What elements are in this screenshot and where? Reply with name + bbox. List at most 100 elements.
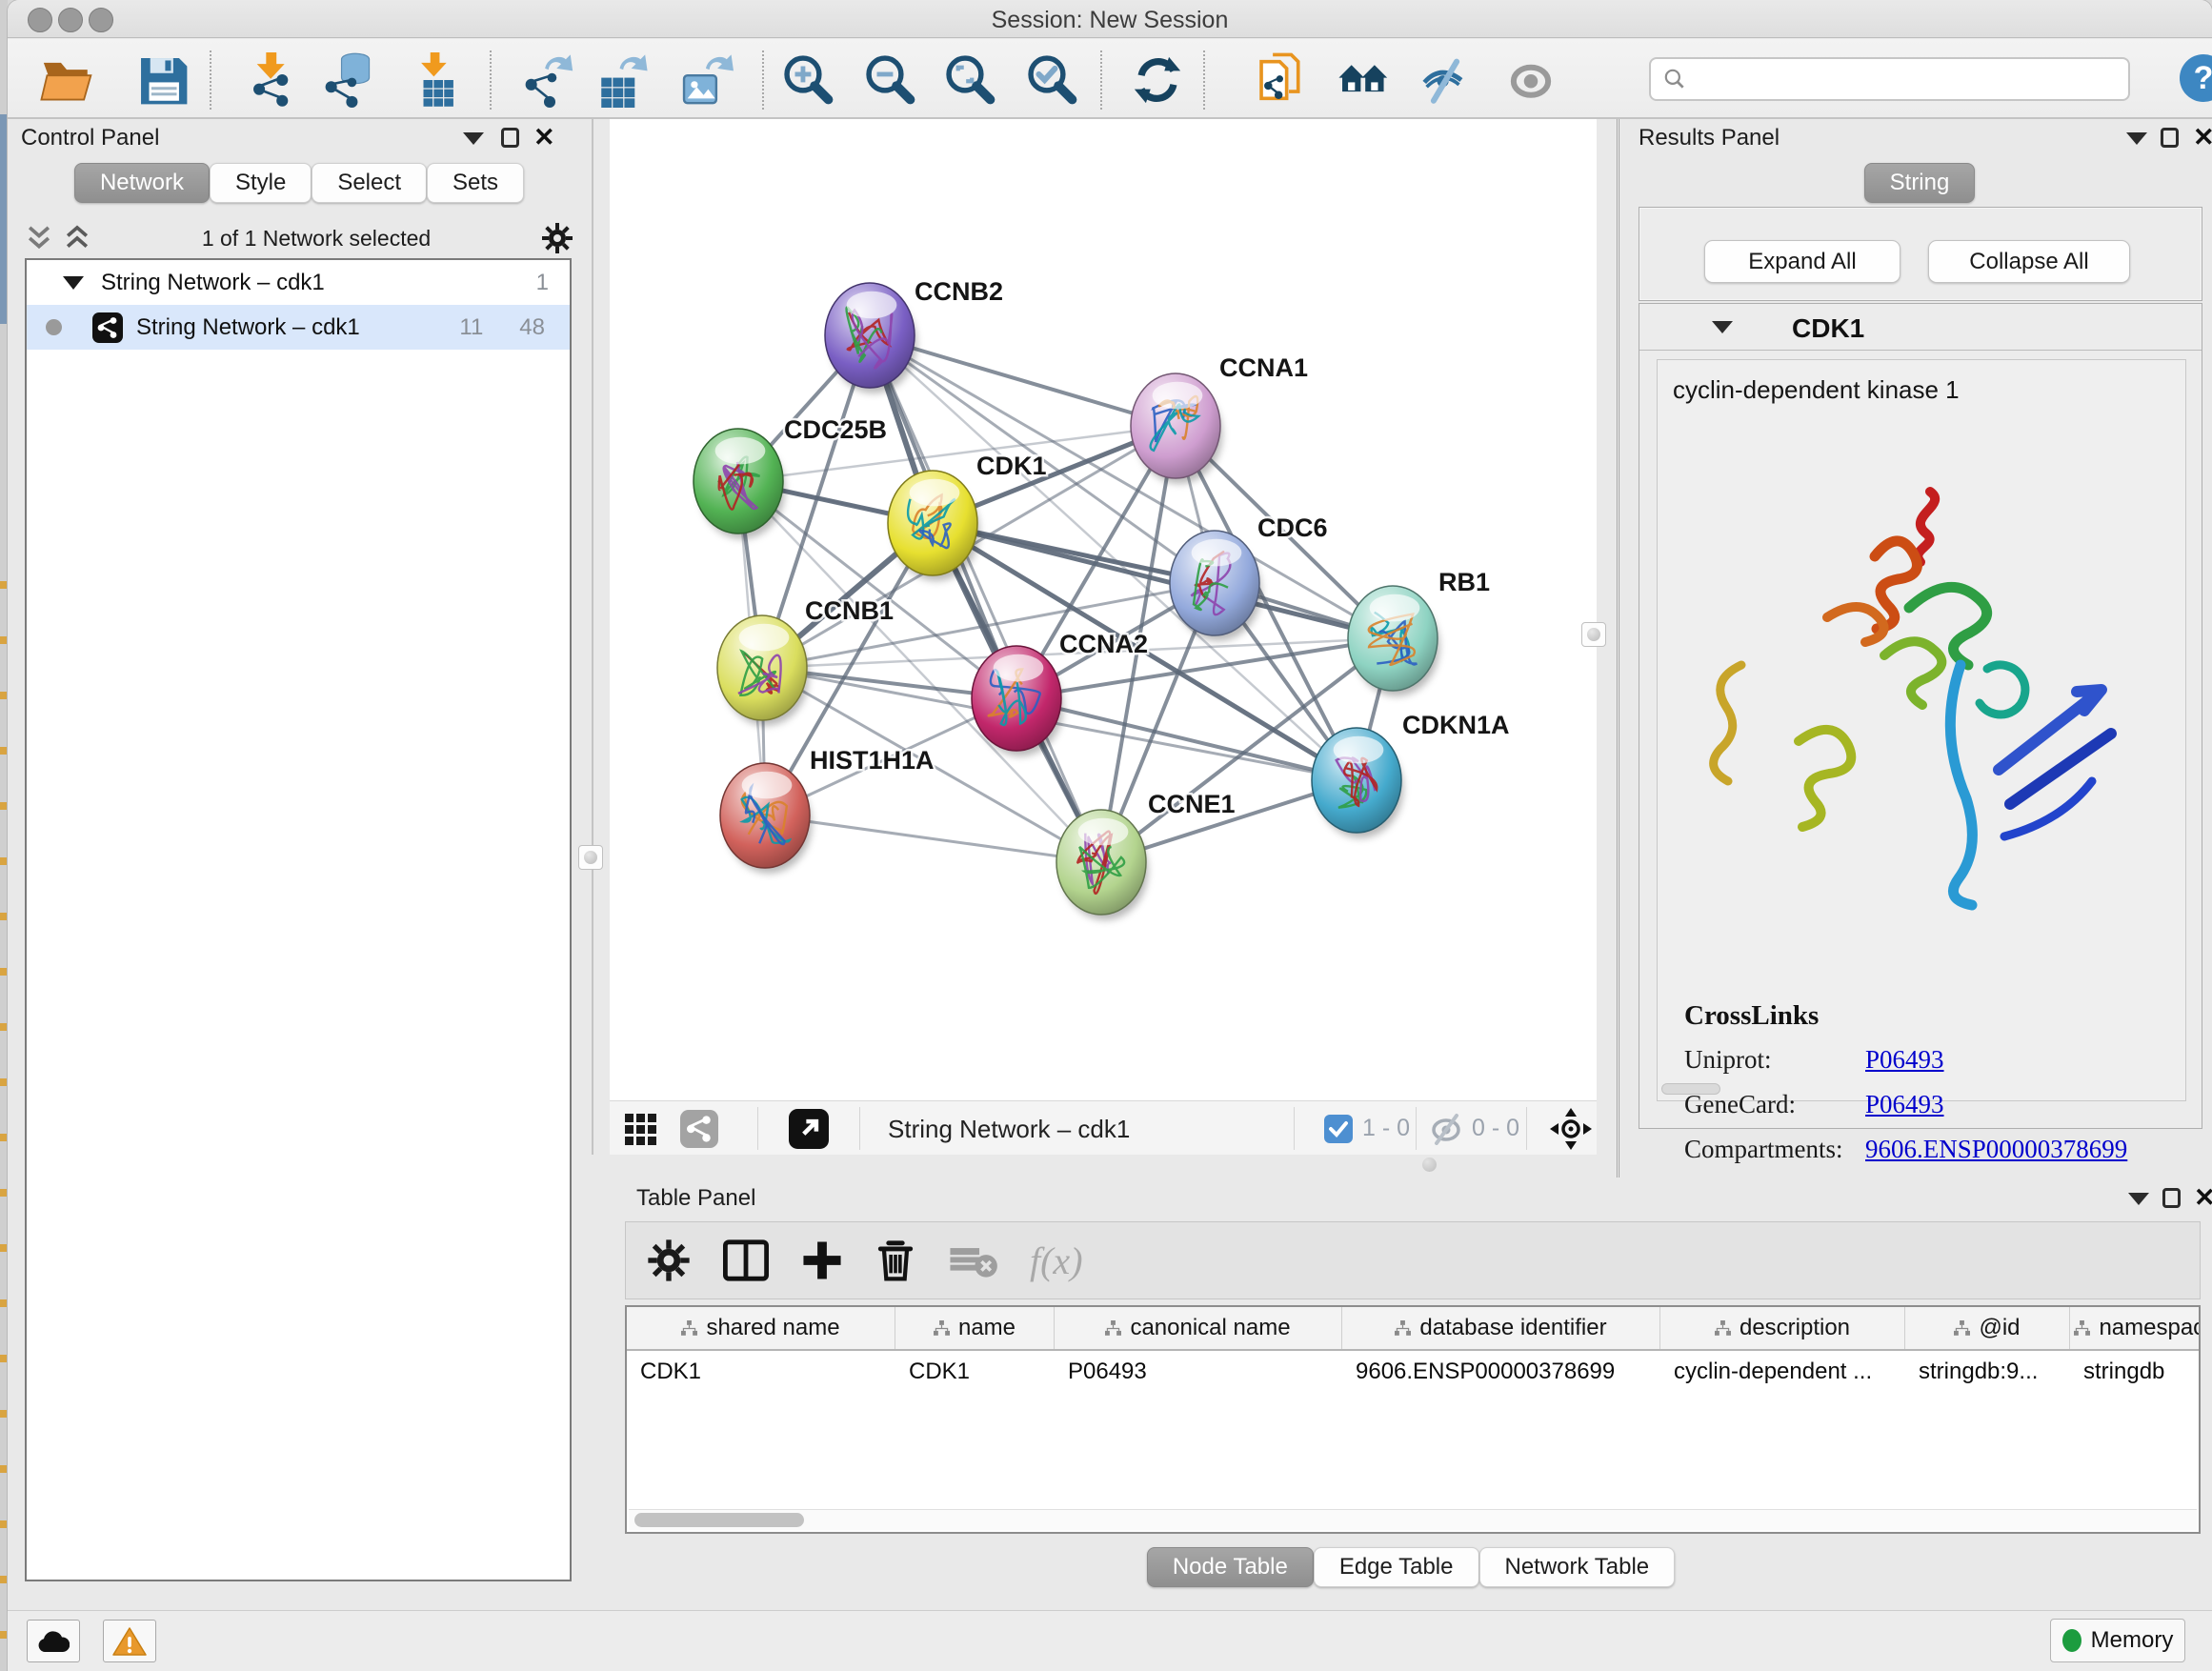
table-cell[interactable]: CDK1	[627, 1351, 895, 1393]
crosslink-link[interactable]: P06493	[1865, 1090, 1944, 1119]
table-cell[interactable]: 9606.ENSP00000378699	[1342, 1351, 1660, 1393]
show-columns-icon[interactable]	[723, 1239, 769, 1281]
column-header-shared-name[interactable]: shared name	[627, 1307, 895, 1349]
apply-layout-icon[interactable]	[1130, 52, 1185, 108]
crosslink-link[interactable]: 9606.ENSP00000378699	[1865, 1135, 2127, 1164]
collapse-all-button[interactable]: Collapse All	[1928, 240, 2130, 283]
horizontal-splitter-handle[interactable]	[1422, 1158, 1437, 1172]
collection-expander-icon[interactable]	[63, 276, 84, 290]
column-header-namespace[interactable]: namespace	[2070, 1307, 2201, 1349]
zoom-out-icon[interactable]	[863, 52, 918, 108]
memory-button[interactable]: Memory	[2050, 1619, 2185, 1662]
table-cell[interactable]: CDK1	[895, 1351, 1055, 1393]
node-CCNA1[interactable]	[1131, 373, 1222, 484]
node-CDKN1A[interactable]	[1312, 728, 1403, 838]
node-CDC25B[interactable]	[694, 429, 785, 539]
tab-style[interactable]: Style	[210, 163, 312, 203]
table-hscrollbar[interactable]	[629, 1509, 2197, 1530]
zoom-in-icon[interactable]	[781, 52, 836, 108]
table-hscrollbar-thumb[interactable]	[634, 1513, 804, 1527]
column-header-database-identifier[interactable]: database identifier	[1342, 1307, 1660, 1349]
zoom-selected-icon[interactable]	[1025, 52, 1080, 108]
expand-all-icon[interactable]	[63, 223, 91, 253]
search-input[interactable]	[1649, 57, 2130, 101]
panel-menu-caret-icon[interactable]	[2128, 1193, 2149, 1205]
column-header-@id[interactable]: @id	[1905, 1307, 2070, 1349]
panel-close-icon[interactable]: ✕	[2194, 1185, 2212, 1211]
panel-close-icon[interactable]: ✕	[533, 125, 555, 151]
export-network-icon[interactable]	[522, 52, 577, 108]
first-neighbors-icon[interactable]	[1337, 52, 1392, 108]
zoom-fit-icon[interactable]	[943, 52, 998, 108]
network-row-selected[interactable]: String Network – cdk1 11 48	[27, 305, 570, 350]
table-gear-icon[interactable]	[647, 1238, 691, 1282]
node-CCNE1[interactable]	[1056, 810, 1148, 920]
expand-all-button[interactable]: Expand All	[1704, 240, 1900, 283]
delete-column-icon[interactable]	[875, 1238, 915, 1282]
warnings-button[interactable]	[103, 1620, 156, 1662]
left-splitter[interactable]	[592, 119, 593, 1155]
table-cell[interactable]: P06493	[1055, 1351, 1342, 1393]
export-table-icon[interactable]	[594, 52, 650, 108]
node-table[interactable]: shared namenamecanonical namedatabase id…	[625, 1305, 2201, 1534]
network-graph[interactable]: CCNB2CCNA1CDC25BCDK1CDC6RB1CCNB1CCNA2CDK…	[610, 119, 1597, 1100]
save-session-icon[interactable]	[135, 52, 191, 108]
network-view-type-icon[interactable]	[680, 1110, 718, 1148]
node-CCNB1[interactable]	[717, 615, 809, 726]
table-cell[interactable]: stringdb	[2070, 1351, 2201, 1393]
column-header-canonical-name[interactable]: canonical name	[1055, 1307, 1342, 1349]
tab-network-table[interactable]: Network Table	[1479, 1547, 1676, 1587]
panel-close-icon[interactable]: ✕	[2193, 125, 2212, 151]
show-all-icon[interactable]	[1503, 52, 1558, 108]
panel-menu-caret-icon[interactable]	[463, 132, 484, 145]
results-scrollbar-thumb[interactable]	[1661, 1083, 1720, 1095]
hide-selected-icon[interactable]	[1418, 52, 1473, 108]
fit-content-crosshair-icon[interactable]	[1549, 1107, 1593, 1151]
import-network-database-icon[interactable]	[322, 52, 377, 108]
tab-node-table[interactable]: Node Table	[1147, 1547, 1314, 1587]
panel-float-icon[interactable]	[501, 128, 519, 148]
node-HIST1H1A[interactable]	[720, 763, 812, 874]
gear-icon[interactable]	[541, 222, 573, 254]
node-CDK1[interactable]	[888, 471, 979, 581]
node-RB1[interactable]	[1348, 586, 1439, 696]
network-canvas[interactable]: CCNB2CCNA1CDC25BCDK1CDC6RB1CCNB1CCNA2CDK…	[610, 119, 1597, 1100]
table-cell[interactable]: stringdb:9...	[1905, 1351, 2070, 1393]
tab-sets[interactable]: Sets	[427, 163, 524, 203]
open-file-icon[interactable]	[39, 52, 94, 108]
cloud-button[interactable]	[27, 1620, 80, 1662]
add-column-icon[interactable]	[801, 1239, 843, 1281]
node-CCNB2[interactable]	[825, 283, 916, 393]
import-network-file-icon[interactable]	[248, 52, 303, 108]
help-icon[interactable]: ?	[2180, 54, 2212, 102]
edge-HIST1H1A-CCNE1[interactable]	[765, 815, 1101, 862]
export-image-icon[interactable]	[678, 52, 734, 108]
edge-CCNB2-CCNE1[interactable]	[870, 335, 1101, 862]
tab-string[interactable]: String	[1864, 163, 1976, 203]
selected-checkbox-icon[interactable]	[1324, 1115, 1353, 1143]
network-collection-row[interactable]: String Network – cdk1 1	[27, 260, 570, 305]
section-expander-icon[interactable]	[1712, 321, 1733, 333]
crosslink-link[interactable]: P06493	[1865, 1045, 1944, 1075]
new-network-from-selection-icon[interactable]	[1256, 52, 1311, 108]
tab-select[interactable]: Select	[312, 163, 427, 203]
column-header-description[interactable]: description	[1660, 1307, 1905, 1349]
open-in-window-icon[interactable]	[789, 1109, 829, 1149]
panel-float-icon[interactable]	[2162, 1188, 2181, 1208]
protein-section-header[interactable]: CDK1	[1639, 304, 2202, 351]
table-row[interactable]: CDK1CDK1P064939606.ENSP00000378699cyclin…	[627, 1351, 2199, 1393]
grid-view-icon[interactable]	[623, 1110, 661, 1148]
node-label-CDK1: CDK1	[976, 452, 1047, 480]
left-splitter-handle[interactable]	[578, 845, 603, 870]
table-cell[interactable]: cyclin-dependent ...	[1660, 1351, 1905, 1393]
node-CDC6[interactable]	[1170, 531, 1261, 641]
panel-menu-caret-icon[interactable]	[2126, 132, 2147, 145]
right-splitter-handle[interactable]	[1581, 622, 1606, 647]
right-splitter[interactable]	[1617, 119, 1619, 1178]
import-table-icon[interactable]	[410, 52, 465, 108]
collapse-all-icon[interactable]	[25, 223, 53, 253]
column-header-name[interactable]: name	[895, 1307, 1055, 1349]
panel-float-icon[interactable]	[2161, 128, 2179, 148]
tab-network[interactable]: Network	[74, 163, 210, 203]
tab-edge-table[interactable]: Edge Table	[1314, 1547, 1479, 1587]
